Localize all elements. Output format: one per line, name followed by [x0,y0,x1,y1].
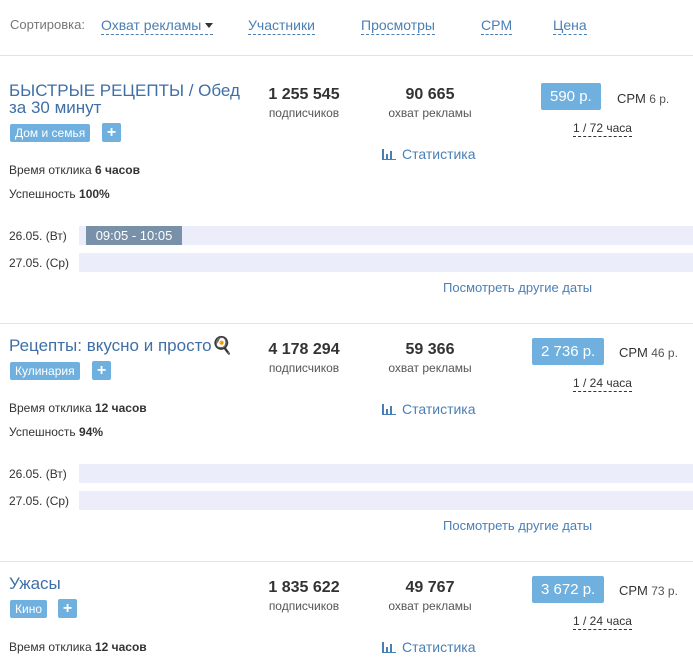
date-label: 26.05. (Вт) [9,229,67,243]
channel-title[interactable]: БЫСТРЫЕ РЕЦЕПТЫ / Обед за 30 минут [9,82,249,116]
other-dates-link[interactable]: Посмотреть другие даты [443,280,592,295]
subscribers-count: 1 835 622 [268,579,340,596]
divider [0,323,693,324]
bar-chart-icon [382,404,396,415]
success-label: Успешность [9,187,76,201]
reach-label: охват рекламы [388,599,472,613]
response-label: Время отклика [9,640,92,654]
price-button[interactable]: 2 736 р. [532,338,605,365]
sort-option-members[interactable]: Участники [248,16,315,35]
bar-chart-icon [382,642,396,653]
cpm-value: CPM 73 р. [619,583,678,598]
bar-chart-icon [382,149,396,160]
sort-option-reach[interactable]: Охват рекламы [101,16,214,35]
sort-label: Сортировка: [10,17,85,32]
success-value: 94% [79,425,104,439]
sort-bar: Сортировка: Охват рекламы Участники Прос… [0,0,693,56]
cpm-value: CPM 46 р. [619,345,678,360]
category-tag[interactable]: Кино [10,600,47,618]
statistics-link[interactable]: Статистика [382,401,476,417]
time-slot[interactable]: 09:05 - 10:05 [86,226,182,245]
posting-period[interactable]: 1 / 24 часа [573,614,632,630]
channel-title[interactable]: Рецепты: вкусно и просто🍳 [9,337,269,354]
success-label: Успешность [9,425,76,439]
caret-down-icon [205,23,214,28]
category-tag[interactable]: Кулинария [10,362,80,380]
channel-title[interactable]: Ужасы [9,575,249,592]
add-button[interactable]: + [58,599,77,618]
success-rate: Успешность 100% [9,187,110,201]
reach-label: охват рекламы [388,106,472,120]
date-label: 27.05. (Ср) [9,256,70,270]
cpm-label: CPM [619,583,648,598]
category-tag[interactable]: Дом и семья [10,124,91,142]
price-button[interactable]: 3 672 р. [532,576,605,603]
subscribers-label: подписчиков [268,361,340,375]
response-time: Время отклика 12 часов [9,401,147,415]
cpm-label: CPM [617,91,646,106]
response-time: Время отклика 6 часов [9,163,140,177]
reach-count: 90 665 [405,86,455,103]
statistics-label: Статистика [402,639,476,655]
statistics-label: Статистика [402,401,476,417]
other-dates-link[interactable]: Посмотреть другие даты [443,518,592,533]
response-label: Время отклика [9,401,92,415]
success-rate: Успешность 94% [9,425,103,439]
posting-period[interactable]: 1 / 72 часа [573,121,632,137]
response-value: 12 часов [94,401,147,415]
success-value: 100% [79,187,110,201]
statistics-link[interactable]: Статистика [382,639,476,655]
cpm-price: 73 р. [651,584,678,598]
date-slot-track[interactable] [79,253,693,272]
posting-period[interactable]: 1 / 24 часа [573,376,632,392]
cpm-value: CPM 6 р. [617,91,669,106]
subscribers-count: 1 255 545 [268,86,340,103]
response-label: Время отклика [9,163,92,177]
add-button[interactable]: + [102,123,121,142]
response-value: 6 часов [94,163,140,177]
date-label: 27.05. (Ср) [9,494,70,508]
divider [0,561,693,562]
sort-option-cpm[interactable]: CPM [481,16,513,35]
date-slot-track[interactable] [79,491,693,510]
response-time: Время отклика 12 часов [9,640,147,654]
add-button[interactable]: + [92,361,111,380]
cpm-price: 46 р. [651,346,678,360]
date-slot-track[interactable] [79,464,693,483]
statistics-label: Статистика [402,146,476,162]
subscribers-label: подписчиков [268,106,340,120]
reach-count: 59 366 [405,341,455,358]
cpm-label: CPM [619,345,648,360]
cpm-price: 6 р. [649,92,670,106]
price-button[interactable]: 590 р. [541,83,601,110]
sort-option-label: Охват рекламы [101,17,202,33]
statistics-link[interactable]: Статистика [382,146,476,162]
sort-option-views[interactable]: Просмотры [361,16,435,35]
reach-label: охват рекламы [388,361,472,375]
subscribers-count: 4 178 294 [268,341,340,358]
sort-option-price[interactable]: Цена [553,16,587,35]
reach-count: 49 767 [405,579,455,596]
response-value: 12 часов [94,640,147,654]
date-label: 26.05. (Вт) [9,467,67,481]
subscribers-label: подписчиков [268,599,340,613]
